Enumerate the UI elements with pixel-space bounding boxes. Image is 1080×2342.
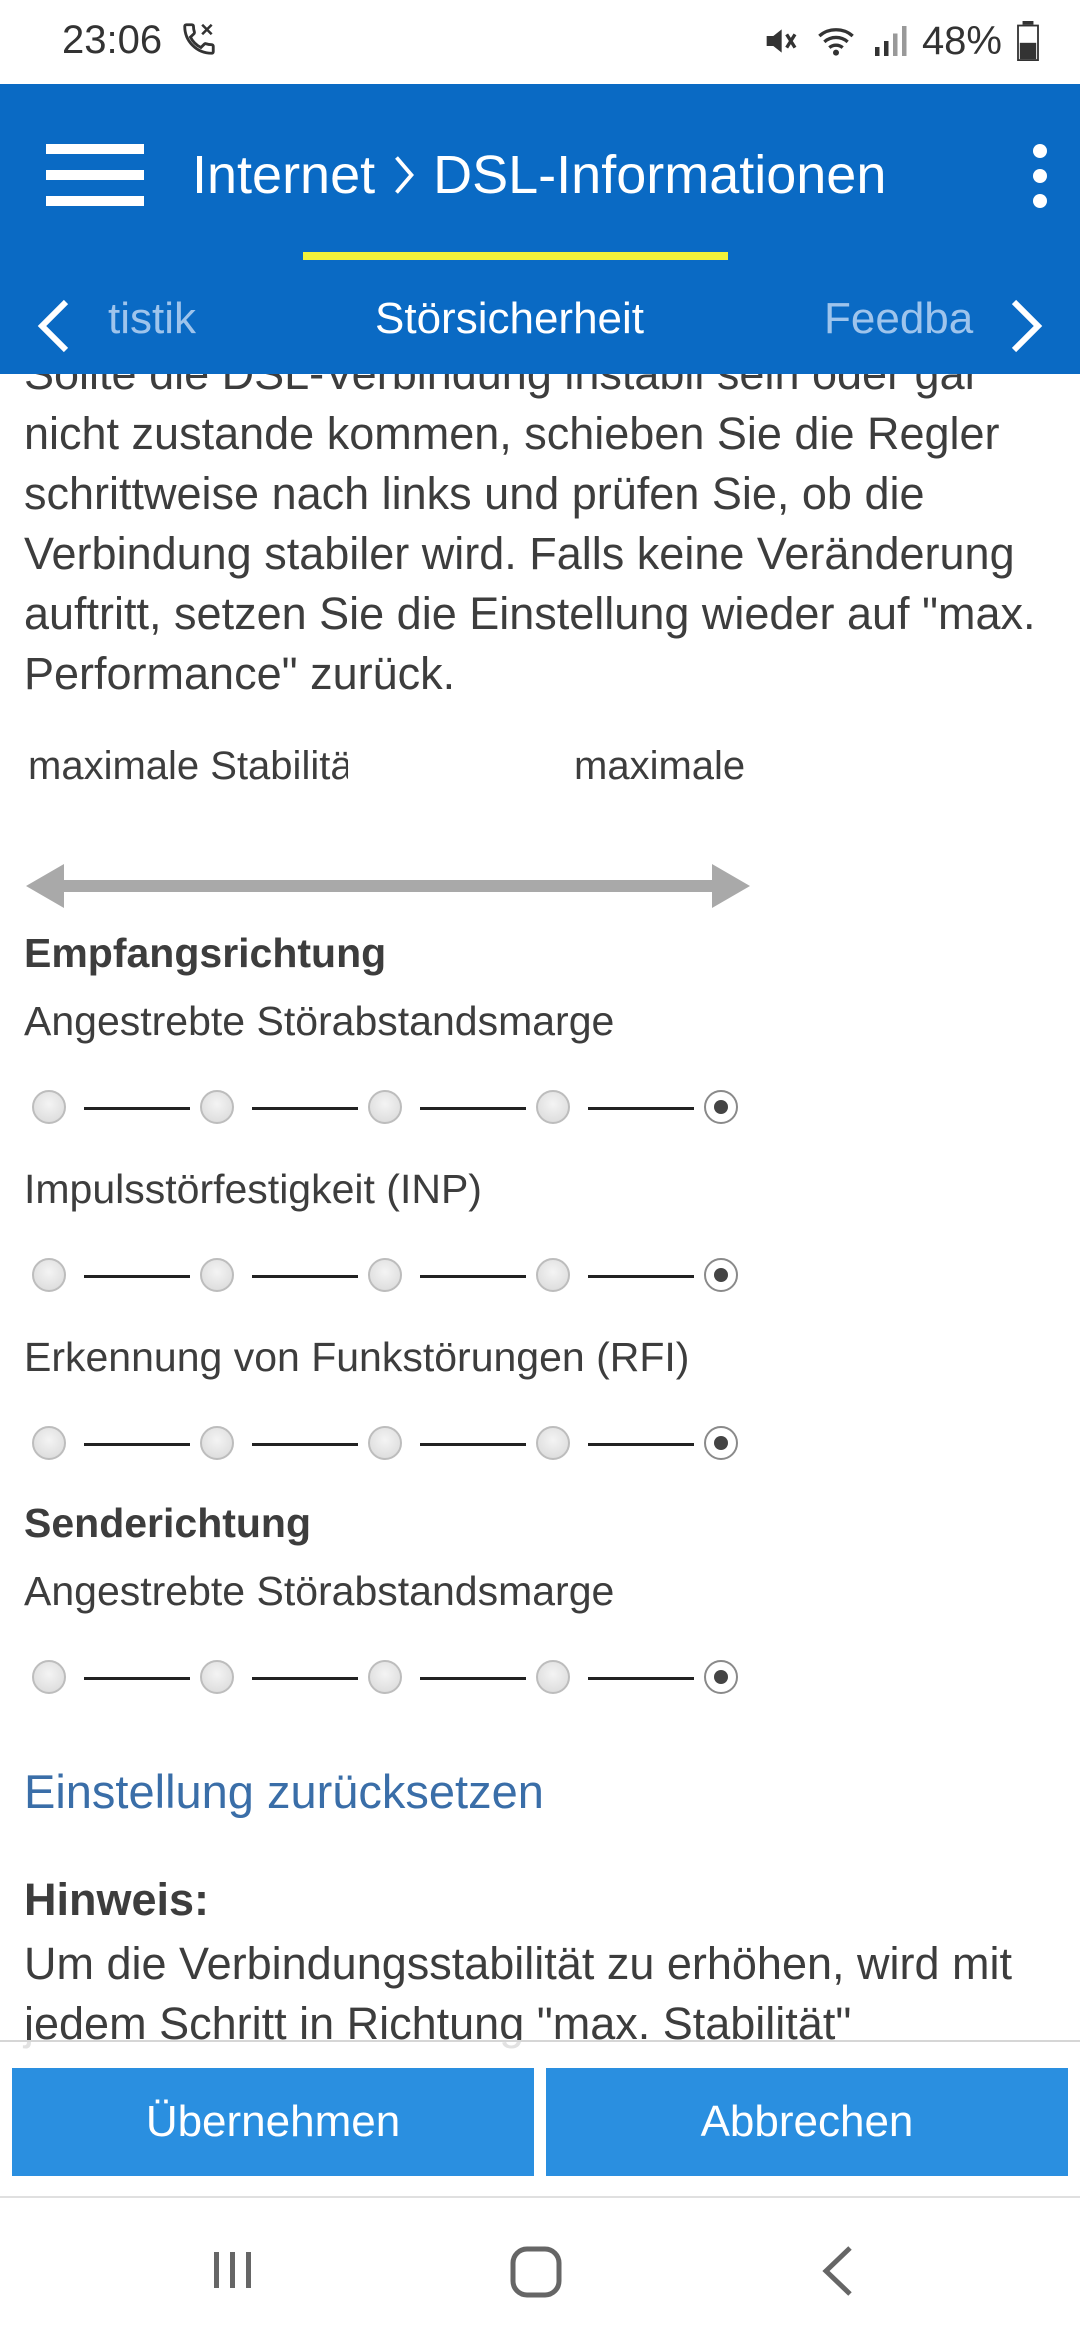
status-bar: 23:06 48% (0, 0, 1080, 84)
slider-step[interactable] (200, 1660, 234, 1694)
slider-label: Angestrebte Störabstandsmarge (24, 1568, 615, 1614)
status-time: 23:06 (62, 18, 163, 62)
slider-step-selected[interactable] (704, 1660, 738, 1694)
slider-step[interactable] (32, 1660, 66, 1694)
tab-stoersicherheit[interactable]: Störsicherheit (375, 294, 644, 344)
slider-step[interactable] (368, 1660, 402, 1694)
tab-bar: tistik Störsicherheit Feedba (0, 276, 1080, 374)
mute-icon (766, 29, 797, 53)
home-icon[interactable] (508, 2244, 564, 2300)
slider-snr-margin-receive[interactable] (32, 1088, 744, 1132)
content-area[interactable]: Sollte die DSL-Verbindung instabil sein … (0, 374, 1080, 2054)
breadcrumb: Internet DSL-Informationen (192, 140, 886, 210)
chevron-right-icon (395, 156, 415, 194)
battery-icon (1017, 21, 1039, 61)
signal-icon (874, 26, 907, 56)
chevron-left-icon[interactable] (34, 298, 74, 354)
hint-text: Um die Verbindungsstabilität zu erhöhen,… (24, 1938, 1013, 2049)
action-bar: Übernehmen Abbrechen (0, 2040, 1080, 2202)
scale-label-stability: maximale Stabilität (28, 744, 348, 788)
slider-step[interactable] (32, 1090, 66, 1124)
tab-feedback[interactable]: Feedba (824, 294, 973, 344)
back-icon[interactable] (820, 2244, 856, 2298)
slider-step[interactable] (368, 1258, 402, 1292)
slider-step[interactable] (32, 1426, 66, 1460)
apply-button[interactable]: Übernehmen (12, 2068, 534, 2176)
scale-label-performance: maximale Performance (574, 744, 758, 788)
slider-label: Impulsstörfestigkeit (INP) (24, 1166, 482, 1212)
receive-direction-heading: Empfangsrichtung (24, 930, 387, 976)
app-bar: Internet DSL-Informationen tistik Störsi… (0, 84, 1080, 374)
active-tab-indicator (303, 252, 728, 260)
slider-label: Erkennung von Funkstörungen (RFI) (24, 1334, 690, 1380)
slider-step-selected[interactable] (704, 1258, 738, 1292)
slider-step[interactable] (536, 1660, 570, 1694)
breadcrumb-internet[interactable]: Internet (192, 144, 375, 206)
intro-text: Sollte die DSL-Verbindung instabil sein … (24, 374, 1036, 699)
menu-icon[interactable] (46, 136, 146, 216)
slider-rfi[interactable] (32, 1424, 744, 1468)
battery-percent: 48% (921, 18, 1002, 63)
slider-step-selected[interactable] (704, 1090, 738, 1124)
page-title: DSL-Informationen (433, 145, 887, 205)
system-nav-bar (0, 2196, 1080, 2342)
slider-snr-margin-send[interactable] (32, 1658, 744, 1702)
slider-step[interactable] (200, 1258, 234, 1292)
reset-settings-link[interactable]: Einstellung zurücksetzen (24, 1764, 544, 1819)
slider-step[interactable] (368, 1090, 402, 1124)
slider-step[interactable] (368, 1426, 402, 1460)
chevron-right-icon[interactable] (1006, 298, 1046, 354)
slider-step[interactable] (200, 1090, 234, 1124)
slider-step[interactable] (536, 1090, 570, 1124)
call-icon (183, 23, 215, 55)
slider-step[interactable] (536, 1258, 570, 1292)
send-direction-heading: Senderichtung (24, 1500, 312, 1546)
tab-statistik[interactable]: tistik (108, 294, 196, 344)
hint-heading: Hinweis: (24, 1874, 210, 1925)
more-options-icon[interactable] (1030, 144, 1050, 208)
slider-step[interactable] (200, 1426, 234, 1460)
slider-step[interactable] (32, 1258, 66, 1292)
slider-inp[interactable] (32, 1256, 744, 1300)
double-arrow-icon (26, 864, 750, 908)
slider-label: Angestrebte Störabstandsmarge (24, 998, 615, 1044)
wifi-icon (818, 28, 854, 56)
cancel-button[interactable]: Abbrechen (546, 2068, 1068, 2176)
slider-step-selected[interactable] (704, 1426, 738, 1460)
slider-step[interactable] (536, 1426, 570, 1460)
recents-icon[interactable] (208, 2244, 258, 2294)
